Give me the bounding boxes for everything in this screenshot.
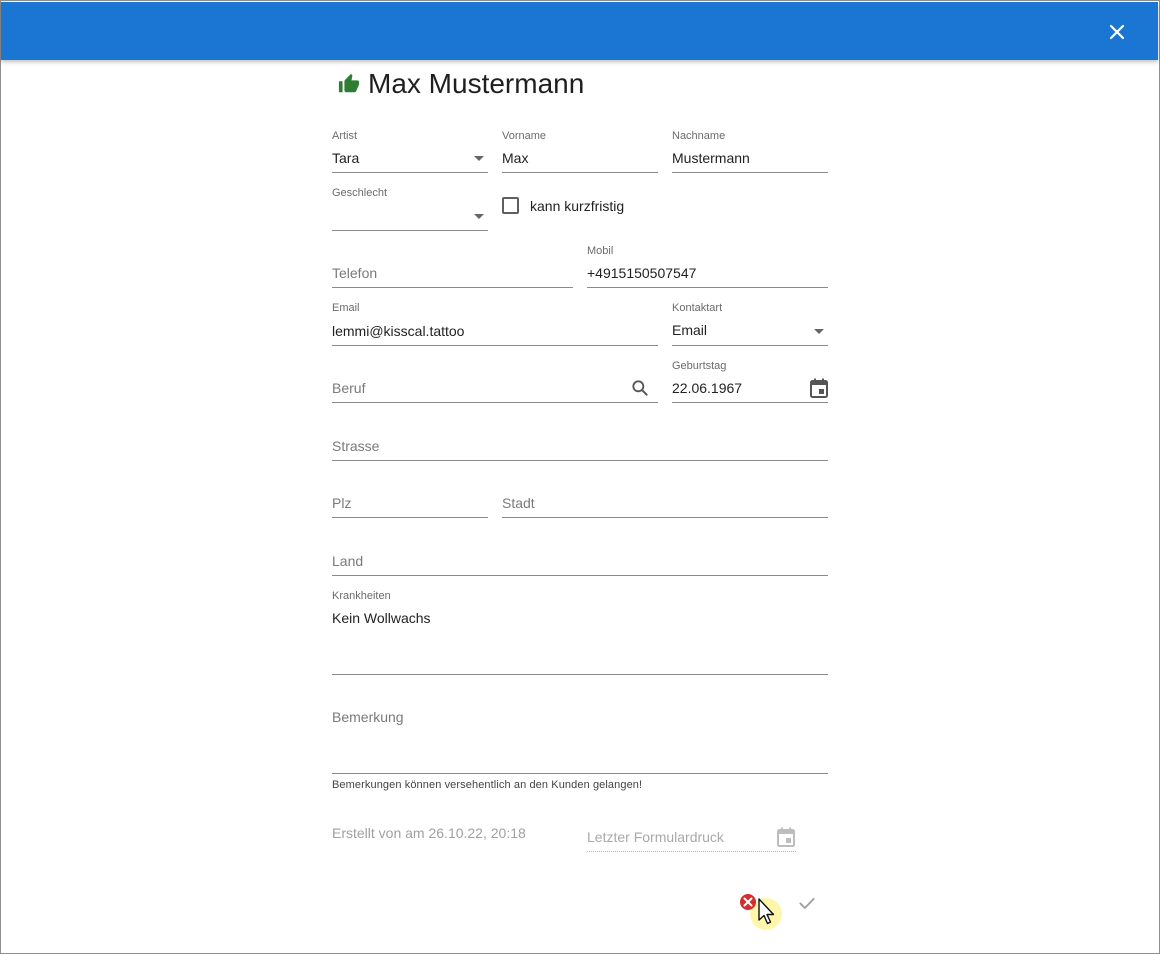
app-bar xyxy=(1,2,1158,60)
krankheiten-value: Kein Wollwachs xyxy=(332,610,431,626)
formulardruck-field: Letzter Formulardruck xyxy=(587,807,796,852)
strasse-placeholder: Strasse xyxy=(332,438,380,454)
kurzfristig-label: kann kurzfristig xyxy=(530,198,625,214)
telefon-field[interactable]: Telefon xyxy=(332,243,573,288)
search-icon[interactable] xyxy=(630,378,650,403)
kontaktart-label: Kontaktart xyxy=(672,302,723,314)
mobil-value: +4915150507547 xyxy=(587,265,697,281)
nachname-field[interactable]: Nachname Mustermann xyxy=(672,128,828,173)
formulardruck-placeholder: Letzter Formulardruck xyxy=(587,829,724,845)
plz-field[interactable]: Plz xyxy=(332,473,488,518)
artist-value: Tara xyxy=(332,150,360,166)
vorname-value: Max xyxy=(502,150,529,166)
page-title: Max Mustermann xyxy=(368,68,585,99)
krankheiten-label: Krankheiten xyxy=(332,590,391,602)
stadt-field[interactable]: Stadt xyxy=(502,473,828,518)
email-field[interactable]: Email lemmi@kisscal.tattoo xyxy=(332,300,658,346)
bemerkung-hint: Bemerkungen können versehentlich an den … xyxy=(332,779,643,791)
stadt-placeholder: Stadt xyxy=(502,495,535,511)
calendar-icon xyxy=(777,827,795,852)
telefon-placeholder: Telefon xyxy=(332,265,378,281)
land-placeholder: Land xyxy=(332,553,364,569)
geschlecht-label: Geschlecht xyxy=(332,187,388,199)
mobil-label: Mobil xyxy=(587,245,614,257)
close-icon[interactable] xyxy=(1105,20,1129,44)
land-field[interactable]: Land xyxy=(332,531,828,576)
nachname-label: Nachname xyxy=(672,130,726,142)
krankheiten-textarea[interactable]: Krankheiten Kein Wollwachs xyxy=(332,588,828,675)
kurzfristig-checkbox[interactable] xyxy=(502,197,519,214)
beruf-field[interactable]: Beruf xyxy=(332,358,658,403)
chevron-down-icon xyxy=(474,214,484,219)
plz-placeholder: Plz xyxy=(332,495,352,511)
geschlecht-select[interactable]: Geschlecht xyxy=(332,185,488,231)
cancel-button[interactable] xyxy=(736,890,786,934)
calendar-icon[interactable] xyxy=(810,378,828,403)
email-label: Email xyxy=(332,302,360,314)
bemerkung-placeholder: Bemerkung xyxy=(332,709,404,725)
created-info: Erstellt von am 26.10.22, 20:18 xyxy=(332,825,526,841)
vorname-label: Vorname xyxy=(502,130,547,142)
artist-select[interactable]: Artist Tara xyxy=(332,128,488,173)
geburtstag-value: 22.06.1967 xyxy=(672,380,743,396)
mobil-field[interactable]: Mobil +4915150507547 xyxy=(587,243,828,288)
vorname-field[interactable]: Vorname Max xyxy=(502,128,658,173)
email-value: lemmi@kisscal.tattoo xyxy=(332,323,465,339)
nachname-value: Mustermann xyxy=(672,150,750,166)
kontaktart-value: Email xyxy=(672,322,708,338)
beruf-placeholder: Beruf xyxy=(332,380,366,396)
artist-label: Artist xyxy=(332,130,358,142)
geburtstag-field[interactable]: Geburtstag 22.06.1967 xyxy=(672,358,828,403)
bemerkung-textarea[interactable]: Bemerkung xyxy=(332,687,828,774)
chevron-down-icon xyxy=(474,156,484,161)
check-icon[interactable] xyxy=(797,893,817,918)
title-row: Max Mustermann xyxy=(338,66,584,102)
strasse-field[interactable]: Strasse xyxy=(332,416,828,461)
kontaktart-select[interactable]: Kontaktart Email xyxy=(672,300,828,346)
thumbs-up-icon xyxy=(338,73,360,93)
chevron-down-icon xyxy=(814,329,824,334)
geburtstag-label: Geburtstag xyxy=(672,360,727,372)
